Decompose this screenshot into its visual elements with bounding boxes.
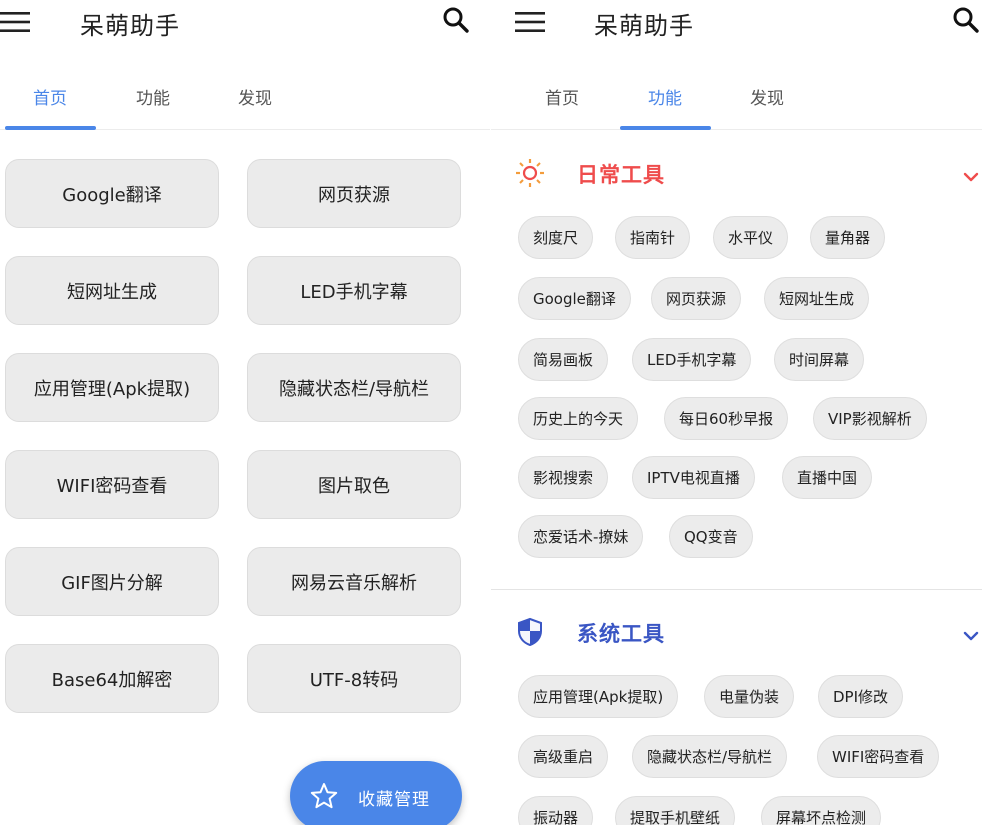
shortcut-led-subtitle[interactable]: LED手机字幕 <box>247 256 461 325</box>
shortcut-webpage-source[interactable]: 网页获源 <box>247 159 461 228</box>
chip-time-screen[interactable]: 时间屏幕 <box>774 338 865 381</box>
shortcut-netease-music[interactable]: 网易云音乐解析 <box>247 547 461 616</box>
home-screen: 呆萌助手 首页 功能 发现 Google翻译 网页获源 短网址生成 LED手机字… <box>0 0 490 825</box>
app-title: 呆萌助手 <box>594 12 694 40</box>
chip-short-url[interactable]: 短网址生成 <box>764 277 870 320</box>
chip-extract-wallpaper[interactable]: 提取手机壁纸 <box>615 796 736 825</box>
star-icon <box>310 782 338 810</box>
shortcut-base64[interactable]: Base64加解密 <box>5 644 219 713</box>
shield-icon <box>515 617 545 647</box>
tab-functions[interactable]: 功能 <box>648 84 682 109</box>
chip-advanced-reboot[interactable]: 高级重启 <box>518 735 609 778</box>
shortcut-app-manager[interactable]: 应用管理(Apk提取) <box>5 353 219 422</box>
shortcut-gif-split[interactable]: GIF图片分解 <box>5 547 219 616</box>
search-icon[interactable] <box>442 6 470 34</box>
chip-google-translate[interactable]: Google翻译 <box>518 277 631 320</box>
chip-ruler[interactable]: 刻度尺 <box>518 216 594 259</box>
tab-indicator <box>5 126 96 130</box>
chip-hide-bars[interactable]: 隐藏状态栏/导航栏 <box>632 735 788 778</box>
tab-indicator <box>620 126 711 130</box>
chip-webpage-source[interactable]: 网页获源 <box>651 277 742 320</box>
shortcut-short-url[interactable]: 短网址生成 <box>5 256 219 325</box>
section-title-daily: 日常工具 <box>577 163 665 187</box>
favorites-manage-label: 收藏管理 <box>358 790 430 810</box>
favorites-manage-button[interactable]: 收藏管理 <box>290 761 462 825</box>
chip-compass[interactable]: 指南针 <box>615 216 691 259</box>
shortcut-wifi-password[interactable]: WIFI密码查看 <box>5 450 219 519</box>
chip-qq-voice[interactable]: QQ变音 <box>669 515 753 558</box>
chip-vip-video[interactable]: VIP影视解析 <box>813 397 927 440</box>
chip-drawing-board[interactable]: 简易画板 <box>518 338 609 381</box>
chip-history-today[interactable]: 历史上的今天 <box>518 397 639 440</box>
search-icon[interactable] <box>952 6 980 34</box>
chip-daily-news[interactable]: 每日60秒早报 <box>664 397 789 440</box>
chip-iptv[interactable]: IPTV电视直播 <box>632 456 755 499</box>
functions-screen: 呆萌助手 首页 功能 发现 日常工具 刻度尺 指南针 水平仪 量角器 Googl… <box>491 0 982 825</box>
tab-bar: 首页 功能 发现 <box>0 70 490 130</box>
menu-icon[interactable] <box>515 11 545 33</box>
section-divider <box>491 589 982 590</box>
app-bar: 呆萌助手 <box>0 0 490 42</box>
chip-led-subtitle[interactable]: LED手机字幕 <box>632 338 752 381</box>
shortcut-utf8[interactable]: UTF-8转码 <box>247 644 461 713</box>
tab-discover[interactable]: 发现 <box>238 84 272 109</box>
chip-level[interactable]: 水平仪 <box>713 216 789 259</box>
chip-wifi-password[interactable]: WIFI密码查看 <box>817 735 940 778</box>
menu-icon[interactable] <box>0 11 30 33</box>
tab-home[interactable]: 首页 <box>545 84 579 109</box>
chip-protractor[interactable]: 量角器 <box>810 216 886 259</box>
shortcut-google-translate[interactable]: Google翻译 <box>5 159 219 228</box>
chip-vibrator[interactable]: 振动器 <box>518 796 594 825</box>
chip-app-manager[interactable]: 应用管理(Apk提取) <box>518 675 679 718</box>
chip-live-china[interactable]: 直播中国 <box>782 456 873 499</box>
shortcut-hide-bars[interactable]: 隐藏状态栏/导航栏 <box>247 353 461 422</box>
tab-home[interactable]: 首页 <box>33 84 67 109</box>
chip-video-search[interactable]: 影视搜索 <box>518 456 609 499</box>
tab-discover[interactable]: 发现 <box>750 84 784 109</box>
chip-dpi-modify[interactable]: DPI修改 <box>818 675 904 718</box>
chevron-down-icon[interactable] <box>962 168 980 182</box>
section-daily-tools[interactable]: 日常工具 <box>491 155 982 195</box>
sun-icon <box>515 158 545 188</box>
tab-functions[interactable]: 功能 <box>136 84 170 109</box>
section-title-system: 系统工具 <box>577 622 665 646</box>
tab-bar: 首页 功能 发现 <box>491 70 982 130</box>
chevron-down-icon[interactable] <box>962 627 980 641</box>
chip-battery-fake[interactable]: 电量伪装 <box>704 675 795 718</box>
chip-dead-pixel[interactable]: 屏幕坏点检测 <box>761 796 882 825</box>
app-bar: 呆萌助手 <box>491 0 982 42</box>
section-system-tools[interactable]: 系统工具 <box>491 614 982 654</box>
chip-love-talk[interactable]: 恋爱话术-撩妹 <box>518 515 644 558</box>
shortcut-color-picker[interactable]: 图片取色 <box>247 450 461 519</box>
app-title: 呆萌助手 <box>80 12 180 40</box>
